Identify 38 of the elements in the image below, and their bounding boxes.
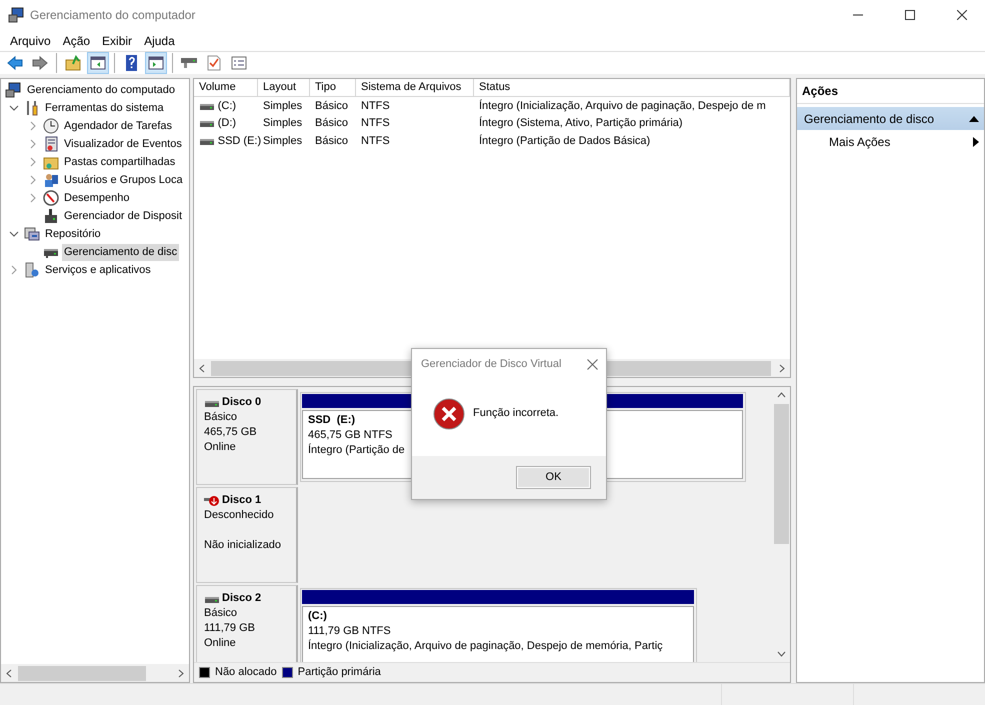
disk-name: Disco 1 — [222, 493, 262, 508]
table-cell: NTFS — [361, 117, 390, 129]
table-cell: NTFS — [361, 100, 390, 112]
partition-size: 111,79 GB NTFS — [308, 624, 391, 639]
disk-detail: Básico — [204, 607, 238, 619]
dialog-title: Gerenciador de Disco Virtual — [421, 356, 562, 372]
partition-name: (C:) — [308, 609, 327, 624]
table-cell: Simples — [263, 134, 302, 146]
table-cell: Básico — [315, 117, 348, 129]
disk-detail: Online — [204, 637, 236, 649]
disk-name: Disco 2 — [222, 591, 262, 606]
table-cell: Básico — [315, 100, 348, 112]
dialog-message: Função incorreta. — [473, 406, 559, 422]
table-cell: Íntegro (Sistema, Ativo, Partição primária) — [479, 117, 683, 129]
table-cell-text: SSD (E:) — [218, 134, 262, 148]
disk-name: Disco 0 — [222, 395, 262, 410]
disk-detail: Básico — [204, 411, 238, 423]
table-cell: Simples — [263, 117, 302, 129]
legend-label: Partição primária — [298, 665, 381, 680]
table-cell-text: (C:) — [218, 98, 236, 114]
window-title: Gerenciamento do computador — [30, 7, 196, 24]
table-cell: Básico — [315, 134, 348, 146]
table-cell-text: (D:) — [218, 116, 236, 131]
partition-status: Íntegro (Partição de — [308, 443, 405, 458]
table-cell: Íntegro (Partição de Dados Básica) — [479, 134, 650, 146]
partition-status: Íntegro (Inicialização, Arquivo de paginação, Despejo de memória, Partiç — [308, 639, 663, 654]
disk-detail: Online — [204, 441, 236, 453]
table-cell: Íntegro (Inicialização, Arquivo de paginação, Despejo de m — [479, 100, 766, 112]
partition-name: SSD (E:) — [308, 413, 356, 428]
legend-label: Não alocado — [215, 665, 277, 680]
disk-detail: Desconhecido — [204, 509, 274, 521]
table-cell: Simples — [263, 100, 302, 112]
partition-size: 465,75 GB NTFS — [308, 428, 392, 443]
actions-header: Ações — [797, 79, 984, 104]
disk-detail: Não inicializado — [204, 539, 282, 551]
disk-detail: 465,75 GB — [204, 426, 257, 438]
disk-detail: 111,79 GB — [204, 622, 255, 634]
table-cell: NTFS — [361, 134, 390, 146]
